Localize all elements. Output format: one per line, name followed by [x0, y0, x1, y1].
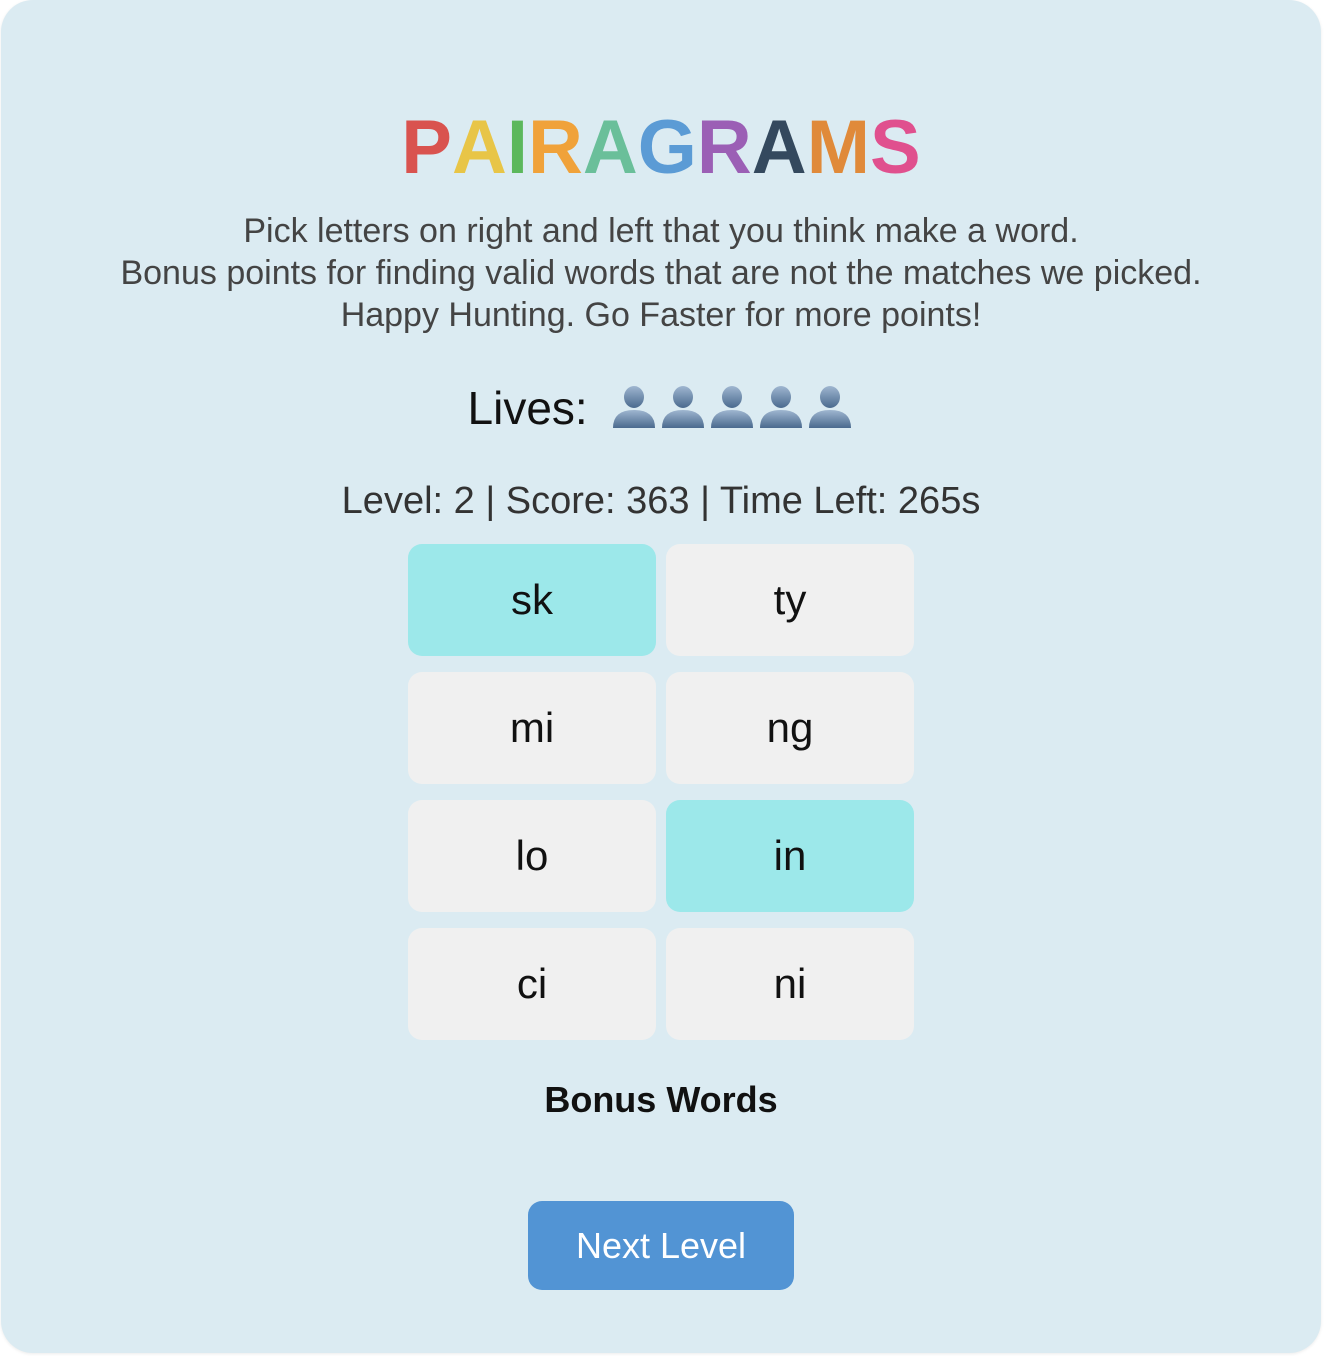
lives-icons — [610, 382, 854, 430]
life-icon — [659, 382, 707, 430]
life-icon — [806, 382, 854, 430]
letter-tile[interactable]: in — [666, 800, 914, 912]
instruction-line: Pick letters on right and left that you … — [243, 212, 1079, 250]
instructions: Pick letters on right and left that you … — [1, 210, 1321, 336]
letter-tile[interactable]: ty — [666, 544, 914, 656]
status-bar: Level: 2 | Score: 363 | Time Left: 265s — [341, 480, 981, 522]
next-level-button[interactable]: Next Level — [528, 1201, 794, 1290]
letter-tile[interactable]: ci — [408, 928, 656, 1040]
lives-display: Lives: — [1, 380, 1321, 436]
letter-tile[interactable]: ng — [666, 672, 914, 784]
title-letter: R — [528, 105, 583, 190]
life-icon — [708, 382, 756, 430]
letter-tile[interactable]: ni — [666, 928, 914, 1040]
life-icon — [610, 382, 658, 430]
lives-label: Lives: — [467, 382, 588, 434]
title-letter: A — [751, 105, 807, 190]
title-letter: A — [451, 105, 507, 190]
title-letter: I — [506, 105, 528, 190]
game-title: PAIRAGRAMS — [1, 108, 1321, 188]
bonus-words-heading: Bonus Words — [544, 1079, 778, 1120]
letter-tile[interactable]: lo — [408, 800, 656, 912]
title-letter: R — [696, 105, 752, 190]
letter-tile[interactable]: sk — [408, 544, 656, 656]
game-card: PAIRAGRAMS Pick letters on right and lef… — [1, 0, 1321, 1353]
title-letter: G — [637, 105, 697, 190]
title-letter: A — [582, 105, 638, 190]
instruction-line: Bonus points for finding valid words tha… — [120, 254, 1202, 292]
tile-grid: sk ty mi ng lo in ci ni — [408, 544, 914, 1040]
letter-tile[interactable]: mi — [408, 672, 656, 784]
title-letter: M — [806, 105, 870, 190]
title-letter: P — [401, 105, 452, 190]
title-letter: S — [870, 105, 921, 190]
life-icon — [757, 382, 805, 430]
instruction-line: Happy Hunting. Go Faster for more points… — [340, 296, 982, 334]
